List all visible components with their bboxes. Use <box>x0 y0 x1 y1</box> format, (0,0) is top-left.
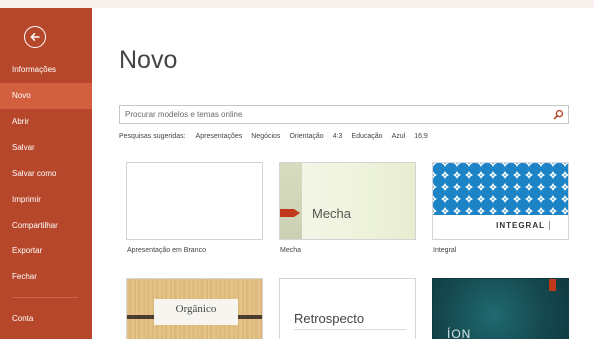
search-input[interactable] <box>120 106 548 123</box>
template-caption-blank: Apresentação em Branco <box>127 247 206 254</box>
suggestion-link[interactable]: 4:3 <box>333 133 343 140</box>
template-caption-mecha: Mecha <box>280 247 302 254</box>
thumb-stripe <box>280 163 302 239</box>
nav-item-novo[interactable]: Novo <box>0 83 92 109</box>
suggested-searches-label: Pesquisas sugeridas: <box>119 132 186 140</box>
thumb-title: INTEGRAL <box>496 221 550 230</box>
suggestion-link[interactable]: Apresentações <box>196 133 243 140</box>
suggestion-link[interactable]: Orientação <box>289 133 323 140</box>
thumb-title: Mecha <box>312 206 352 221</box>
suggestion-link[interactable]: Educação <box>351 133 382 140</box>
backstage-sidebar: Informações Novo Abrir Salvar Salvar com… <box>0 8 92 339</box>
title-bar-strip <box>0 0 594 8</box>
template-organico[interactable]: Orgânico <box>126 278 263 339</box>
page-title: Novo <box>119 46 178 74</box>
nav-item-exportar[interactable]: Exportar <box>0 238 92 264</box>
sidebar-divider <box>12 297 78 298</box>
thumb-rule <box>294 329 406 330</box>
suggestion-link[interactable]: Negócios <box>251 133 280 140</box>
template-integral[interactable]: INTEGRAL <box>432 162 569 240</box>
suggestion-link[interactable]: 16:9 <box>414 133 428 140</box>
nav-item-informacoes[interactable]: Informações <box>0 57 92 83</box>
back-arrow-icon <box>30 33 40 41</box>
thumb-pattern <box>433 163 568 215</box>
nav-item-salvar[interactable]: Salvar <box>0 135 92 161</box>
thumb-flag <box>549 279 556 291</box>
template-search <box>119 105 569 124</box>
template-ion[interactable]: ÍON <box>432 278 569 339</box>
template-caption-integral: Integral <box>433 247 457 254</box>
template-mecha[interactable]: Mecha <box>279 162 416 240</box>
thumb-title: ÍON <box>447 327 472 339</box>
nav-item-compartilhar[interactable]: Compartilhar <box>0 213 92 239</box>
nav-item-salvar-como[interactable]: Salvar como <box>0 161 92 187</box>
nav-item-conta[interactable]: Conta <box>0 306 92 332</box>
search-icon[interactable] <box>553 109 564 120</box>
suggestion-link[interactable]: Azul <box>392 133 406 140</box>
template-retrospecto[interactable]: Retrospecto <box>279 278 416 339</box>
nav-item-abrir[interactable]: Abrir <box>0 109 92 135</box>
nav-item-fechar[interactable]: Fechar <box>0 264 92 290</box>
thumb-title: Retrospecto <box>294 311 365 326</box>
nav-item-imprimir[interactable]: Imprimir <box>0 187 92 213</box>
suggested-searches: Pesquisas sugeridas: Apresentações Negóc… <box>119 130 437 142</box>
template-blank[interactable] <box>126 162 263 240</box>
back-button[interactable] <box>24 26 46 48</box>
thumb-title: Orgânico <box>175 303 217 315</box>
